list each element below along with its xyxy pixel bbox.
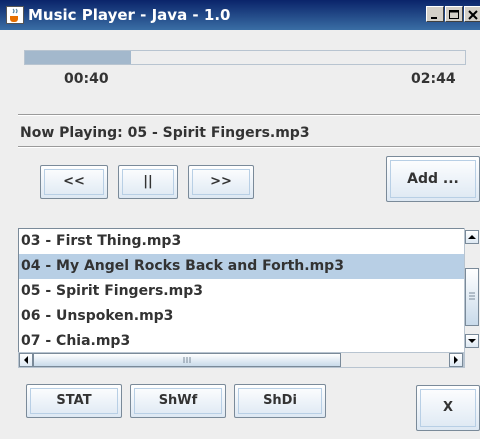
close-icon[interactable] xyxy=(464,6,480,22)
scroll-right-icon[interactable] xyxy=(449,353,463,367)
java-cup-icon xyxy=(6,6,24,24)
total-time: 02:44 xyxy=(411,71,456,87)
title-bar[interactable]: Music Player - Java - 1.0 xyxy=(0,0,480,30)
elapsed-time: 00:40 xyxy=(64,71,109,87)
playlist-item[interactable]: 05 - Spirit Fingers.mp3 xyxy=(19,279,465,304)
maximize-icon[interactable] xyxy=(445,6,463,22)
vertical-scroll-thumb[interactable] xyxy=(465,268,479,326)
horizontal-scroll-thumb[interactable] xyxy=(33,353,341,367)
seek-bar-fill xyxy=(25,51,131,64)
seek-bar[interactable] xyxy=(24,50,466,65)
playlist-item[interactable]: 06 - Unspoken.mp3 xyxy=(19,304,465,329)
pause-button[interactable]: || xyxy=(118,165,178,199)
scroll-down-icon[interactable] xyxy=(465,334,479,348)
playlist[interactable]: 03 - First Thing.mp3 04 - My Angel Rocks … xyxy=(18,228,466,354)
next-button[interactable]: >> xyxy=(188,165,254,199)
playlist-item[interactable]: 03 - First Thing.mp3 xyxy=(19,229,465,254)
scroll-up-icon[interactable] xyxy=(465,230,479,244)
horizontal-scrollbar[interactable] xyxy=(18,352,464,368)
window-title: Music Player - Java - 1.0 xyxy=(28,6,231,24)
scroll-left-icon[interactable] xyxy=(19,353,33,367)
previous-button[interactable]: << xyxy=(40,165,108,199)
vertical-scrollbar[interactable] xyxy=(464,228,480,368)
now-playing-label: Now Playing: 05 - Spirit Fingers.mp3 xyxy=(20,125,310,141)
stat-button[interactable]: STAT xyxy=(26,384,122,418)
divider xyxy=(18,146,480,148)
playlist-item[interactable]: 04 - My Angel Rocks Back and Forth.mp3 xyxy=(19,254,465,279)
playlist-item[interactable]: 07 - Chia.mp3 xyxy=(19,329,465,353)
exit-button[interactable]: X xyxy=(416,385,480,431)
minimize-icon[interactable] xyxy=(426,6,444,22)
add-button[interactable]: Add ... xyxy=(386,156,480,202)
divider xyxy=(18,114,480,116)
show-waveform-button[interactable]: ShWf xyxy=(130,384,226,418)
show-display-button[interactable]: ShDi xyxy=(234,384,326,418)
